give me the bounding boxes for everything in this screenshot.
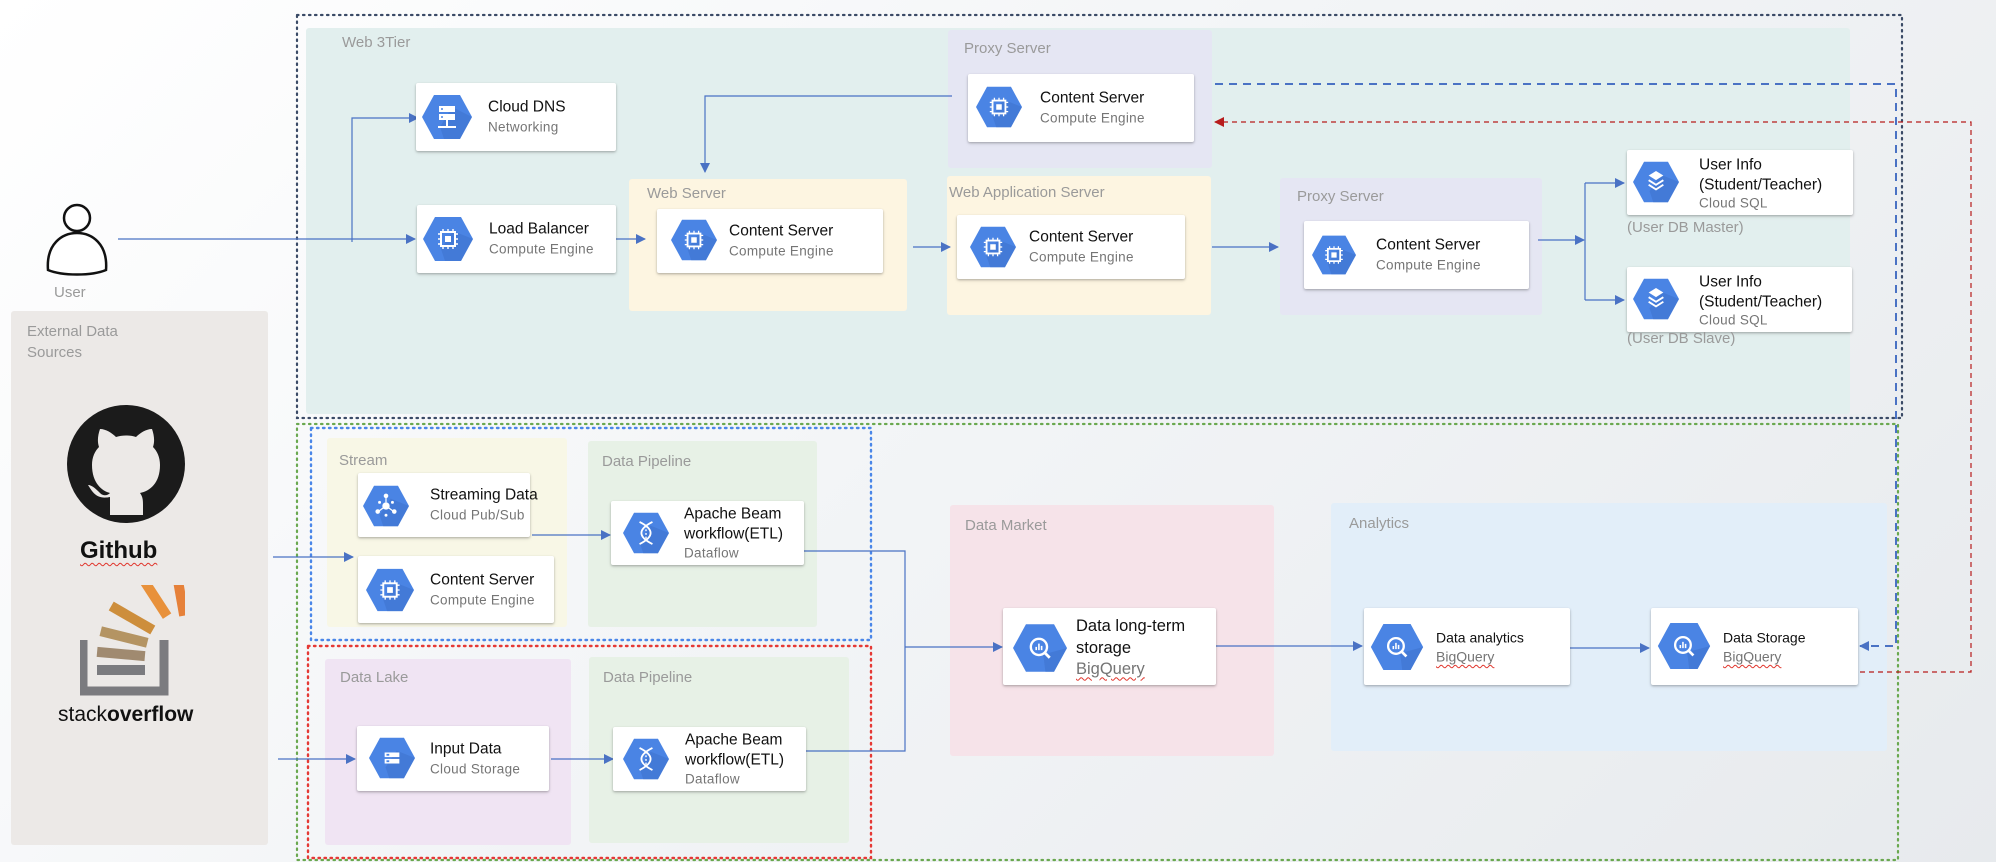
stackoverflow-label-light: stack xyxy=(58,703,108,726)
analytics-title: Analytics xyxy=(1349,515,1410,532)
cloud-sql-icon xyxy=(1633,278,1679,320)
data-storage-title: Data Storage xyxy=(1723,629,1806,645)
bigquery-icon xyxy=(1013,624,1067,672)
db-master-note: (User DB Master) xyxy=(1627,219,1744,236)
load-balancer-subtitle: Compute Engine xyxy=(489,241,594,257)
user-actor: User xyxy=(42,198,112,308)
proxy-right-content-card[interactable]: Content Server Compute Engine xyxy=(1304,221,1529,289)
dataflow-icon xyxy=(623,512,669,554)
data-market-title: Data Market xyxy=(965,517,1047,534)
web-app-server-content-title: Content Server xyxy=(1029,228,1134,246)
cloud-storage-icon xyxy=(369,737,415,779)
cloud-dns-subtitle: Networking xyxy=(488,119,559,135)
db-master-title-line2: (Student/Teacher) xyxy=(1699,176,1823,193)
proxy-top-content-title: Content Server xyxy=(1040,89,1145,107)
github-logo xyxy=(66,405,186,523)
data-long-term-title-line1: Data long-term xyxy=(1076,616,1186,635)
stream-title: Stream xyxy=(339,452,388,469)
web-app-server-content-subtitle: Compute Engine xyxy=(1029,249,1134,265)
stream-content-server-subtitle: Compute Engine xyxy=(430,592,535,607)
web-server-title: Web Server xyxy=(647,185,726,202)
web-server-content-subtitle: Compute Engine xyxy=(729,243,834,259)
data-long-term-subtitle: BigQuery xyxy=(1076,659,1145,678)
dataflow-icon xyxy=(623,738,669,780)
data-long-term-storage-card[interactable]: Data long-term storage BigQuery xyxy=(1003,608,1216,685)
streaming-data-subtitle: Cloud Pub/Sub xyxy=(430,507,525,523)
cloud-sql-icon xyxy=(1633,161,1679,203)
db-slave-note: (User DB Slave) xyxy=(1627,330,1736,347)
db-slave-subtitle: Cloud SQL xyxy=(1699,312,1768,327)
bigquery-icon xyxy=(1370,624,1424,670)
data-storage-card[interactable]: Data Storage BigQuery xyxy=(1651,608,1858,685)
web-3tier-title: Web 3Tier xyxy=(342,34,411,51)
data-analytics-title: Data analytics xyxy=(1436,629,1524,645)
db-master-subtitle: Cloud SQL xyxy=(1699,195,1768,210)
db-master-title-line1: User Info xyxy=(1699,156,1762,173)
compute-engine-icon xyxy=(671,219,717,261)
user-icon xyxy=(46,203,108,276)
dataflow-bottom-card[interactable]: Apache Beam workflow(ETL) Dataflow xyxy=(613,727,806,791)
data-analytics-subtitle: BigQuery xyxy=(1436,648,1495,664)
stackoverflow-logo xyxy=(78,567,190,697)
data-long-term-title-line2: storage xyxy=(1076,638,1132,657)
web-server-content-title: Content Server xyxy=(729,222,834,240)
github-label: Github xyxy=(80,537,158,564)
proxy-top-content-card[interactable]: Content Server Compute Engine xyxy=(968,74,1194,142)
external-data-sources-zone: External Data Sources xyxy=(11,311,268,845)
dataflow-bottom-subtitle: Dataflow xyxy=(685,771,740,787)
stackoverflow-label: stackoverflow xyxy=(58,703,193,727)
input-data-title: Input Data xyxy=(430,740,502,757)
stream-content-server-title: Content Server xyxy=(430,571,535,588)
compute-engine-icon xyxy=(976,86,1022,128)
data-pipeline-bottom-title: Data Pipeline xyxy=(603,669,693,686)
dataflow-top-title-line1: Apache Beam xyxy=(684,505,782,523)
db-slave-title-line2: (Student/Teacher) xyxy=(1699,293,1823,310)
proxy-server-right-title: Proxy Server xyxy=(1297,188,1384,205)
compute-engine-icon xyxy=(1312,235,1356,275)
dataflow-top-title-line2: workflow(ETL) xyxy=(684,525,784,543)
dataflow-top-subtitle: Dataflow xyxy=(684,545,739,561)
streaming-data-title: Streaming Data xyxy=(430,486,538,504)
data-lake-title: Data Lake xyxy=(340,669,409,686)
input-data-card[interactable]: Input Data Cloud Storage xyxy=(357,726,549,791)
data-storage-subtitle: BigQuery xyxy=(1723,648,1782,664)
cloud-dns-card[interactable]: Cloud DNS Networking xyxy=(416,83,616,151)
user-label: User xyxy=(54,284,86,301)
data-analytics-card[interactable]: Data analytics BigQuery xyxy=(1364,608,1570,685)
proxy-right-content-title: Content Server xyxy=(1376,236,1481,254)
db-slave-card[interactable]: User Info (Student/Teacher) Cloud SQL xyxy=(1627,267,1852,332)
stream-content-server-card[interactable]: Content Server Compute Engine xyxy=(358,556,554,623)
stackoverflow-label-bold: overflow xyxy=(107,703,194,726)
dataflow-bottom-title-line2: workflow(ETL) xyxy=(685,751,785,769)
external-data-sources-title: External Data Sources xyxy=(27,323,118,361)
compute-engine-icon xyxy=(970,226,1016,268)
web-application-server-title: Web Application Server xyxy=(949,184,1105,201)
dataflow-bottom-title-line1: Apache Beam xyxy=(685,731,783,749)
cloud-dns-icon xyxy=(422,95,472,139)
streaming-data-card[interactable]: Streaming Data Cloud Pub/Sub xyxy=(358,473,540,547)
stackoverflow-icon xyxy=(78,567,190,696)
proxy-top-content-subtitle: Compute Engine xyxy=(1040,110,1145,126)
cloud-dns-title: Cloud DNS xyxy=(488,98,566,116)
bigquery-icon xyxy=(1657,623,1711,669)
proxy-server-top-title: Proxy Server xyxy=(964,40,1051,57)
web-app-server-content-card[interactable]: Content Server Compute Engine xyxy=(957,215,1195,289)
cloud-pubsub-icon xyxy=(363,485,409,527)
proxy-right-content-subtitle: Compute Engine xyxy=(1376,257,1481,273)
data-pipeline-top-title: Data Pipeline xyxy=(602,453,692,470)
load-balancer-card[interactable]: Load Balancer Compute Engine xyxy=(417,205,616,273)
compute-engine-icon xyxy=(423,217,473,261)
db-master-card[interactable]: User Info (Student/Teacher) Cloud SQL xyxy=(1627,150,1853,215)
web-server-content-card[interactable]: Content Server Compute Engine xyxy=(657,209,893,283)
dataflow-top-card[interactable]: Apache Beam workflow(ETL) Dataflow xyxy=(611,501,804,565)
load-balancer-title: Load Balancer xyxy=(489,220,589,238)
compute-engine-icon xyxy=(366,568,414,612)
input-data-subtitle: Cloud Storage xyxy=(430,761,521,776)
github-icon xyxy=(67,405,185,523)
db-slave-title-line1: User Info xyxy=(1699,273,1762,290)
